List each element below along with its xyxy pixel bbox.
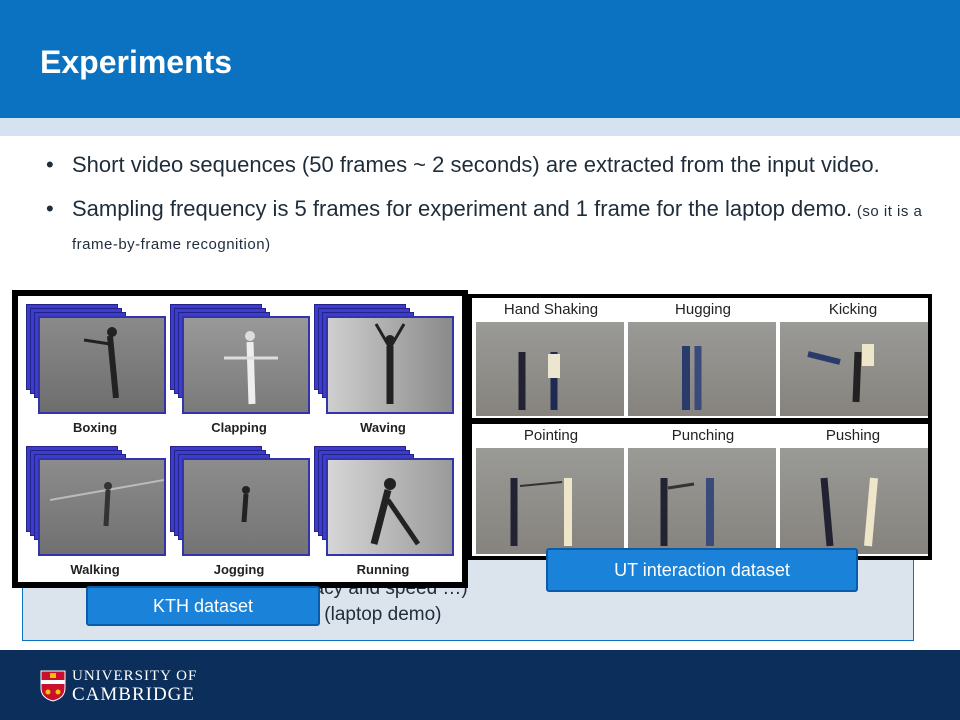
ut-action-label: Kicking bbox=[828, 301, 878, 318]
kth-action-cell: Jogging bbox=[170, 446, 310, 582]
ut-action-label: Punching bbox=[671, 427, 735, 444]
bullet-list: • Short video sequences (50 frames ~ 2 s… bbox=[46, 150, 926, 274]
ut-action-image bbox=[476, 448, 624, 554]
kth-action-label: Boxing bbox=[72, 420, 118, 435]
kth-action-cell: Clapping bbox=[170, 304, 310, 440]
kth-action-cell: Walking bbox=[26, 446, 166, 582]
ut-action-label: Pointing bbox=[523, 427, 579, 444]
kth-action-label: Jogging bbox=[213, 562, 265, 577]
university-name-line2: CAMBRIDGE bbox=[72, 684, 196, 705]
bullet-text: Short video sequences (50 frames ~ 2 sec… bbox=[72, 152, 880, 177]
ut-figure-inner: Pointing Punching Pushing bbox=[472, 424, 928, 556]
obscured-line: … (laptop demo) bbox=[300, 604, 442, 625]
ut-action-image bbox=[780, 322, 928, 416]
ut-action-image bbox=[780, 448, 928, 554]
bullet-item: • Sampling frequency is 5 frames for exp… bbox=[46, 194, 926, 260]
kth-dataset-tag: KTH dataset bbox=[86, 586, 320, 626]
ut-dataset-tag: UT interaction dataset bbox=[546, 548, 858, 592]
bullet-dot-icon: • bbox=[46, 152, 54, 177]
ut-action-label: Pushing bbox=[825, 427, 881, 444]
kth-figure: Boxing Clapping Waving Walking Jogging R… bbox=[18, 296, 462, 582]
kth-action-cell: Boxing bbox=[26, 304, 166, 440]
ut-figure-row: Hand Shaking Hugging Kicking bbox=[468, 294, 932, 422]
university-name-line1: UNIVERSITY OF bbox=[72, 668, 198, 684]
kth-action-cell: Waving bbox=[314, 304, 454, 440]
ut-action-image bbox=[628, 322, 776, 416]
action-frame-image bbox=[182, 458, 310, 556]
title-bar-stripe bbox=[0, 118, 960, 136]
ut-figure-inner: Hand Shaking Hugging Kicking bbox=[472, 298, 928, 418]
ut-action-label: Hugging bbox=[675, 301, 731, 318]
university-crest-icon bbox=[40, 670, 66, 702]
kth-action-cell: Running bbox=[314, 446, 454, 582]
ut-action-image bbox=[628, 448, 776, 554]
action-frame-image bbox=[38, 316, 166, 414]
bullet-dot-icon: • bbox=[46, 196, 54, 221]
ut-action-label: Hand Shaking bbox=[503, 301, 599, 318]
bullet-item: • Short video sequences (50 frames ~ 2 s… bbox=[46, 150, 926, 180]
action-frame-image bbox=[182, 316, 310, 414]
action-frame-image bbox=[326, 316, 454, 414]
ut-figure-row: Pointing Punching Pushing bbox=[468, 420, 932, 560]
kth-action-label: Waving bbox=[360, 420, 406, 435]
kth-action-label: Walking bbox=[70, 562, 120, 577]
kth-action-label: Clapping bbox=[211, 420, 267, 435]
bullet-text: Sampling frequency is 5 frames for exper… bbox=[72, 196, 853, 221]
ut-action-image bbox=[476, 322, 624, 416]
slide-title: Experiments bbox=[40, 44, 233, 80]
kth-action-label: Running bbox=[356, 562, 410, 577]
action-frame-image bbox=[326, 458, 454, 556]
action-frame-image bbox=[38, 458, 166, 556]
